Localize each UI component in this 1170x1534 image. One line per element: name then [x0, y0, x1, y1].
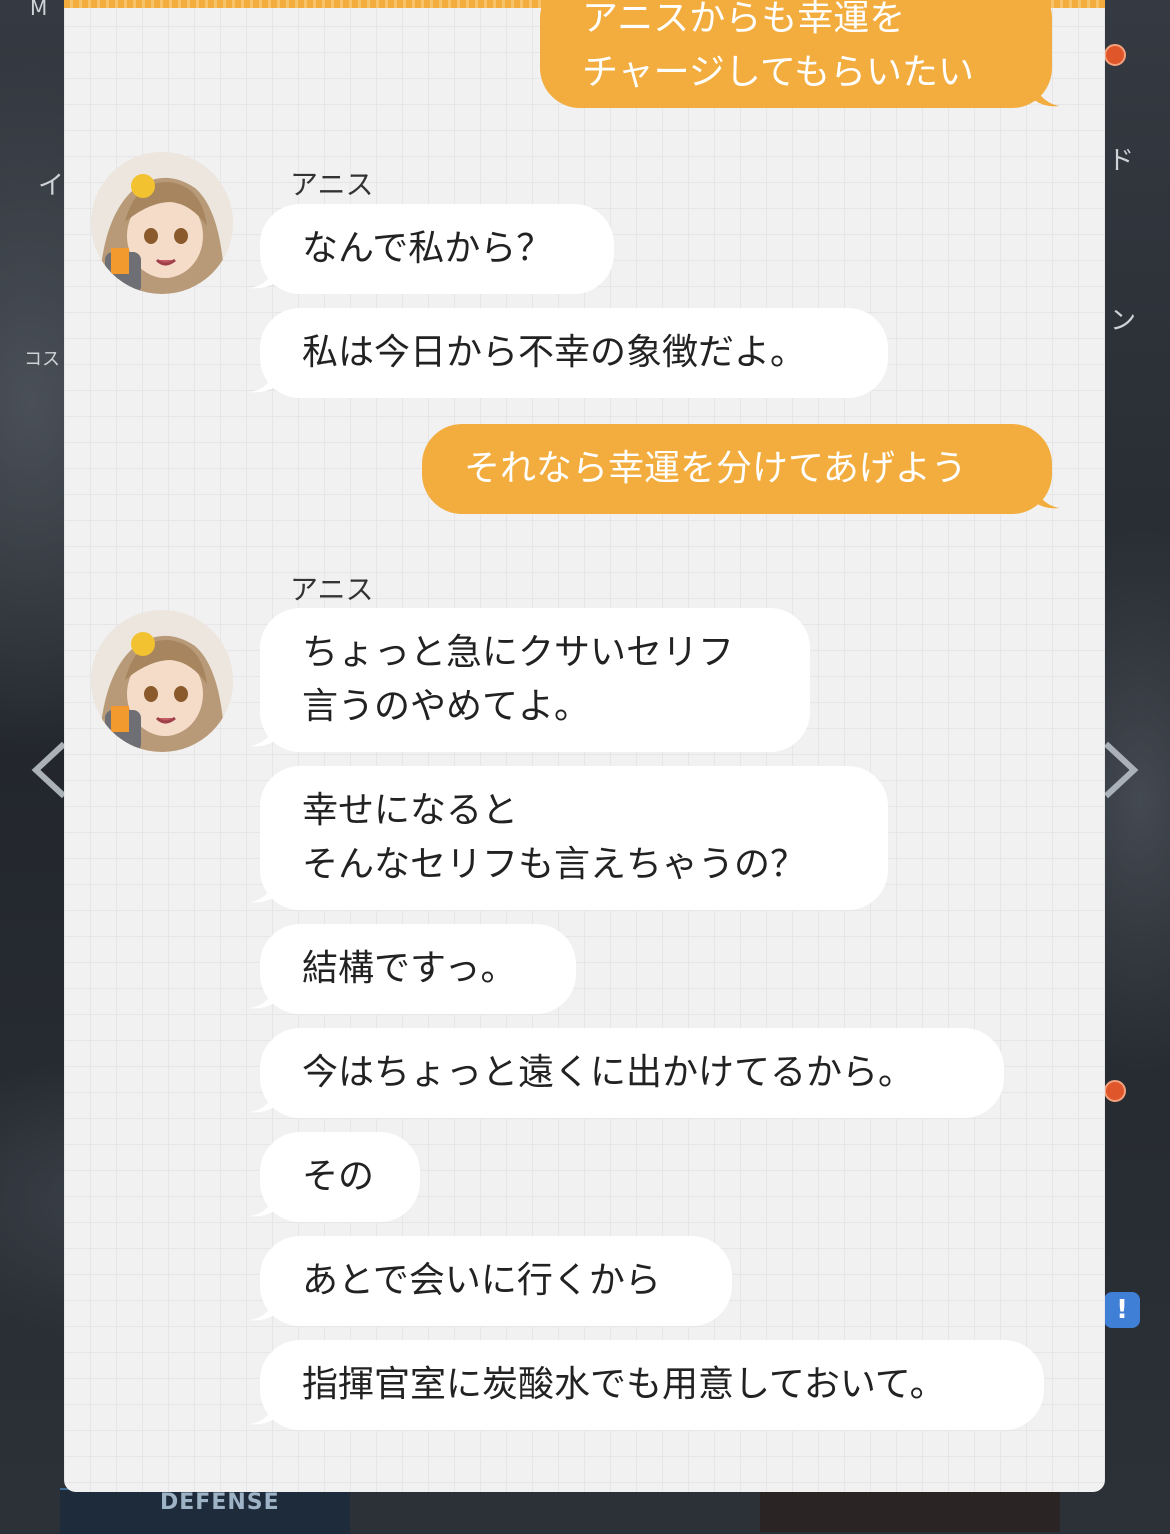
bubble-tail-icon [1034, 488, 1060, 509]
notification-dot-icon [1104, 44, 1126, 66]
chat-bubble-incoming: 私は今日から不幸の象徴だよ。 [260, 308, 888, 398]
chevron-right-icon[interactable] [1100, 740, 1140, 800]
bubble-line: 言うのやめてよ。 [302, 686, 591, 727]
sender-name: アニス [290, 168, 374, 201]
chat-bubble-incoming: ちょっと急にクサいセリフ 言うのやめてよ。 [260, 608, 810, 752]
chat-panel[interactable]: アニスからも幸運を チャージしてもらいたい アニス なんで私から？ 私は今日から… [64, 0, 1105, 1492]
chat-bubble-incoming: その [260, 1132, 420, 1222]
bg-character-panel [760, 1488, 1060, 1532]
chat-bubble-incoming: 今はちょっと遠くに出かけてるから。 [260, 1028, 1004, 1118]
chat-bubble-incoming: 結構ですっ。 [260, 924, 576, 1014]
bubble-line: アニスからも幸運を [582, 0, 906, 39]
bubble-line: 幸せになると [302, 790, 519, 831]
bubble-line: ちょっと急にクサいセリフ [302, 632, 735, 673]
chat-bubble-outgoing: それなら幸運を分けてあげよう [422, 424, 1052, 514]
avatar[interactable] [91, 610, 233, 752]
chat-bubble-outgoing: アニスからも幸運を チャージしてもらいたい [540, 0, 1052, 108]
bg-text-fragment: ン [1110, 306, 1137, 336]
chat-bubble-incoming: 指揮官室に炭酸水でも用意しておいて。 [260, 1340, 1044, 1430]
alert-icon[interactable]: ! [1104, 1292, 1140, 1328]
bg-defense-label: DEFENSE [160, 1490, 280, 1515]
bg-text-fragment: M [30, 0, 48, 20]
anis-portrait-icon [91, 152, 233, 294]
bg-text-fragment: ド [1108, 146, 1135, 176]
avatar[interactable] [91, 152, 233, 294]
sender-name: アニス [290, 573, 374, 606]
bg-text-fragment: イ [38, 171, 65, 201]
chat-bubble-incoming: 幸せになると そんなセリフも言えちゃうの？ [260, 766, 888, 910]
chat-bubble-incoming: あとで会いに行くから [260, 1236, 732, 1326]
notification-dot-icon [1104, 1080, 1126, 1102]
bubble-line: チャージしてもらいたい [582, 52, 975, 93]
chat-bubble-incoming: なんで私から？ [260, 204, 614, 294]
anis-portrait-icon [91, 610, 233, 752]
bubble-line: そんなセリフも言えちゃうの？ [302, 844, 807, 885]
bubble-tail-icon [1034, 86, 1060, 107]
